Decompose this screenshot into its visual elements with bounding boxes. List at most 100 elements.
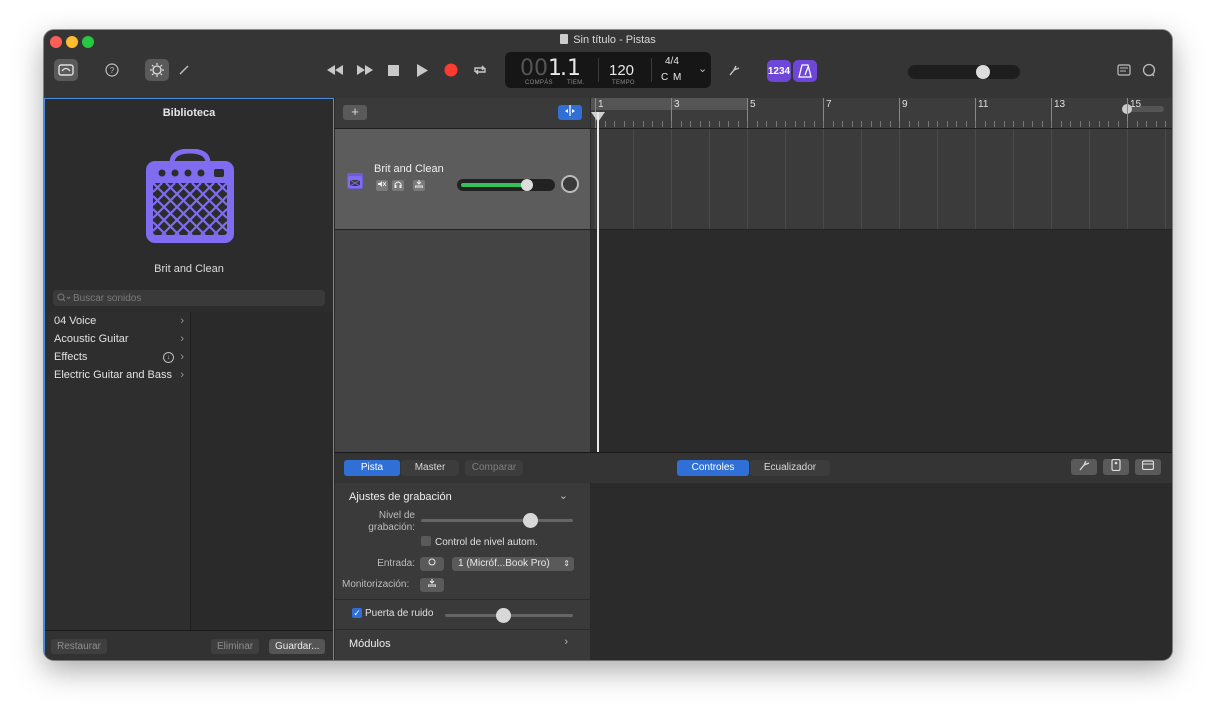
ruler-tick — [985, 121, 986, 127]
pedal-icon — [1111, 458, 1121, 472]
lane-grid-line — [709, 129, 710, 229]
master-volume-slider[interactable] — [908, 65, 1020, 79]
noise-gate-slider[interactable] — [445, 608, 573, 623]
monitoring-button[interactable] — [420, 578, 444, 592]
lcd-display[interactable]: 00 1 .1 COMPÁS TIEM. 120 TEMPO 4/4 C M ⌄ — [505, 52, 711, 88]
ruler-bar-number: 5 — [750, 99, 756, 110]
amp-designer-button[interactable] — [1135, 459, 1161, 475]
auto-level-checkbox[interactable] — [421, 536, 431, 546]
ruler-tick — [1127, 121, 1128, 127]
tuning-fork-icon — [729, 65, 740, 76]
library-item-04-voice[interactable]: 04 Voice › — [45, 312, 190, 330]
ruler-tick — [1146, 121, 1147, 127]
library-button[interactable] — [54, 59, 78, 81]
master-volume-knob[interactable] — [976, 65, 990, 79]
library-item-acoustic-guitar[interactable]: Acoustic Guitar › — [45, 330, 190, 348]
track-list-empty-area — [335, 230, 590, 452]
mute-button[interactable] — [376, 180, 388, 191]
ruler-tick — [947, 121, 948, 127]
lcd-key: C M — [661, 72, 683, 83]
input-label: Entrada: — [377, 558, 415, 569]
solo-button[interactable] — [392, 180, 404, 191]
lcd-menu-chevron-icon[interactable]: ⌄ — [698, 62, 707, 75]
library-footer: Restaurar Eliminar Guardar... — [45, 630, 333, 660]
recording-settings-title[interactable]: Ajustes de grabación — [349, 491, 452, 503]
tuner-editor-button[interactable] — [1071, 459, 1097, 475]
save-button[interactable]: Guardar... — [269, 639, 326, 654]
fast-forward-button[interactable] — [354, 61, 376, 79]
noise-gate-checkbox[interactable]: ✓ — [352, 608, 362, 618]
ruler-tick — [918, 121, 919, 127]
lane-grid-line — [1089, 129, 1090, 229]
ruler-tick — [928, 121, 929, 127]
tab-track[interactable]: Pista — [344, 460, 400, 476]
stop-button[interactable] — [384, 61, 402, 79]
input-monitor-button[interactable] — [413, 180, 425, 191]
library-item-electric-guitar-and-bass[interactable]: Electric Guitar and Bass › — [45, 366, 190, 384]
tuner-button[interactable] — [724, 61, 744, 79]
compare-button[interactable]: Comparar — [465, 460, 523, 476]
library-item-effects[interactable]: Effects ↓ › — [45, 348, 190, 366]
plugins-section-title[interactable]: Módulos — [349, 638, 391, 650]
headphones-icon — [394, 181, 402, 188]
library-item-label: Acoustic Guitar — [54, 333, 129, 345]
tab-master[interactable]: Master — [401, 460, 459, 476]
ruler-tick — [1080, 121, 1081, 127]
notepad-button[interactable] — [1114, 61, 1134, 79]
loop-browser-button[interactable] — [1139, 61, 1159, 79]
delete-button[interactable]: Eliminar — [211, 639, 260, 654]
ruler-tick — [757, 121, 758, 127]
editors-button[interactable] — [175, 61, 193, 79]
ruler-tick — [975, 121, 976, 127]
cycle-region[interactable] — [591, 98, 748, 110]
ruler-tick — [956, 121, 957, 127]
rewind-button[interactable] — [324, 61, 346, 79]
track-lane-brit-and-clean[interactable] — [591, 129, 1172, 230]
smart-controls-button[interactable] — [145, 59, 169, 81]
stop-icon — [387, 64, 399, 76]
input-select[interactable]: 1 (Micróf...Book Pro) ⇕ — [452, 557, 574, 571]
window-title-text: Sin título - Pistas — [573, 34, 656, 46]
noise-gate-knob[interactable] — [496, 608, 511, 623]
pedalboard-button[interactable] — [1103, 458, 1129, 475]
chevron-right-icon: › — [180, 333, 184, 345]
track-lanes[interactable] — [591, 129, 1172, 452]
recording-level-slider[interactable] — [421, 513, 573, 528]
recording-level-knob[interactable] — [523, 513, 538, 528]
playhead[interactable] — [597, 112, 599, 452]
smart-controls-area — [591, 483, 1172, 660]
ruler-tick — [690, 121, 691, 127]
pencil-icon — [179, 65, 189, 75]
ruler-tick — [899, 121, 900, 127]
search-field[interactable]: Buscar sonidos — [53, 290, 325, 306]
track-name[interactable]: Brit and Clean — [374, 163, 444, 175]
help-button[interactable]: ? — [102, 59, 122, 81]
chevron-right-icon[interactable]: › — [564, 636, 568, 648]
track-pan-knob[interactable] — [561, 175, 579, 193]
ruler-tick — [643, 121, 644, 127]
restore-button[interactable]: Restaurar — [51, 639, 107, 654]
input-format-button[interactable] — [420, 557, 444, 571]
play-button[interactable] — [413, 61, 431, 79]
cycle-button[interactable] — [470, 61, 490, 79]
ruler-tick — [633, 121, 634, 127]
lcd-time-signature: 4/4 — [665, 56, 679, 67]
lane-grid-line — [899, 129, 900, 229]
track-volume-slider[interactable] — [457, 179, 555, 191]
download-icon[interactable]: ↓ — [163, 352, 174, 363]
track-volume-knob[interactable] — [521, 179, 533, 191]
chevron-down-icon[interactable]: ⌄ — [559, 489, 568, 502]
lcd-divider — [651, 58, 652, 82]
tab-controls[interactable]: Controles — [677, 460, 749, 476]
metronome-button[interactable] — [793, 60, 817, 82]
tab-equalizer[interactable]: Ecualizador — [750, 460, 830, 476]
ruler-tick — [890, 121, 891, 127]
add-track-button[interactable]: + — [343, 105, 367, 120]
count-in-button[interactable]: 1234 — [767, 60, 791, 82]
track-header-brit-and-clean[interactable]: Brit and Clean — [335, 129, 590, 230]
record-button[interactable] — [442, 61, 460, 79]
timeline-ruler[interactable]: 1 3 5 7 9 11 13 15 — [591, 98, 1172, 129]
loop-icon — [1142, 63, 1156, 77]
ruler-bar-number: 11 — [978, 99, 989, 110]
catch-playhead-button[interactable] — [558, 105, 582, 120]
